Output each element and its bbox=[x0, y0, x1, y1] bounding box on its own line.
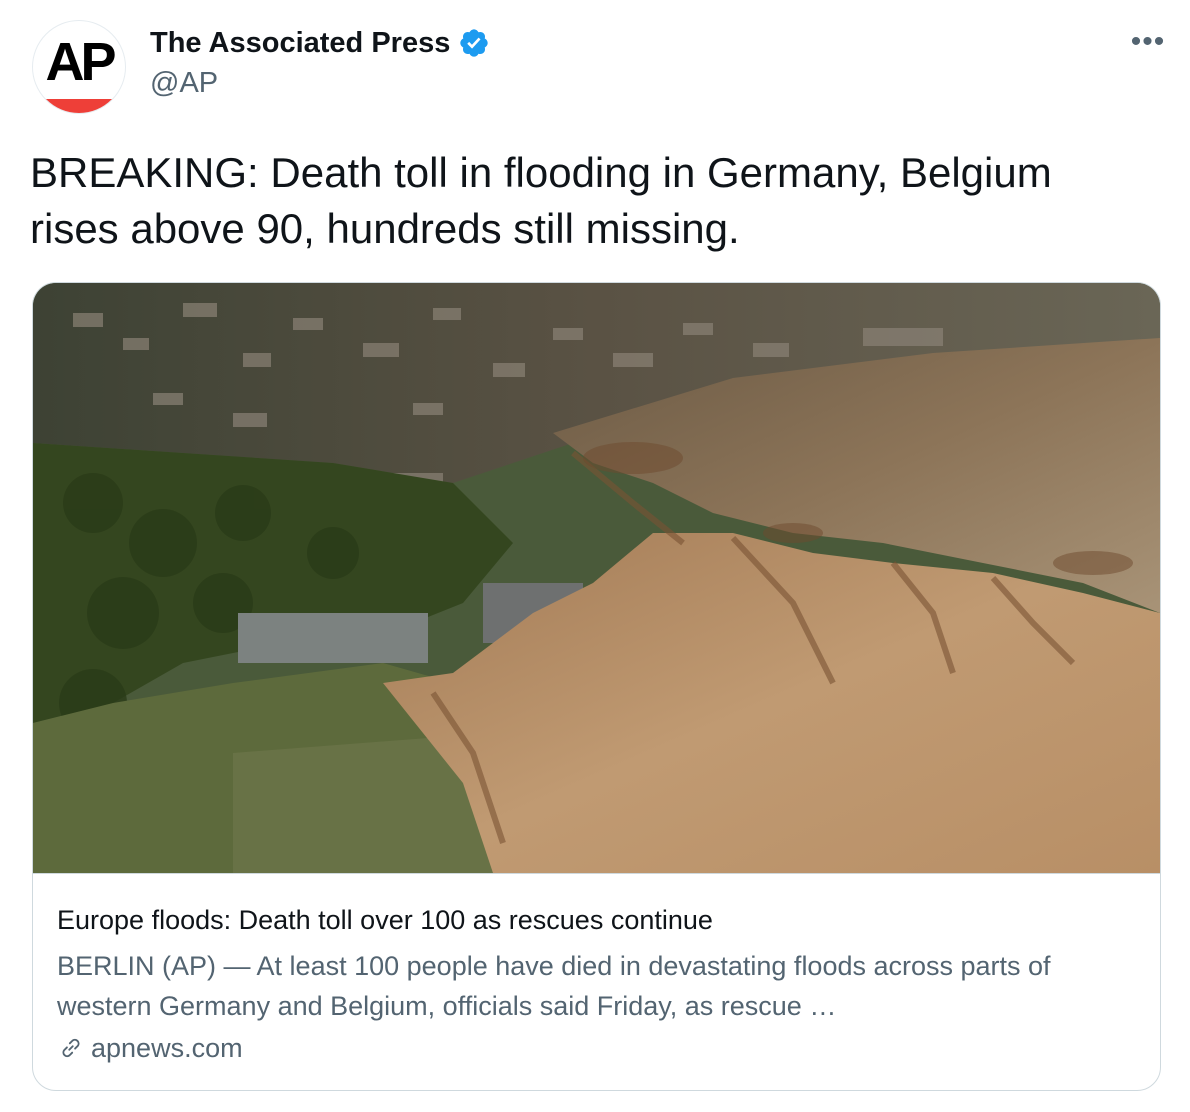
avatar[interactable]: AP bbox=[32, 20, 126, 114]
tweet-text: BREAKING: Death toll in flooding in Germ… bbox=[30, 149, 1052, 252]
link-icon bbox=[62, 1038, 80, 1058]
author-name-row[interactable]: The Associated Press bbox=[150, 26, 490, 60]
aerial-flood-photo bbox=[33, 283, 1160, 873]
ap-logo: AP bbox=[45, 32, 116, 92]
card-title[interactable]: Europe floods: Death toll over 100 as re… bbox=[57, 903, 713, 937]
author-handle[interactable]: @AP bbox=[150, 66, 218, 100]
ap-logo-bar bbox=[33, 99, 125, 113]
card-domain-row[interactable]: apnews.com bbox=[57, 1031, 243, 1065]
card-image[interactable] bbox=[33, 283, 1160, 874]
more-button[interactable]: ••• bbox=[1128, 25, 1168, 58]
more-horizontal-icon: ••• bbox=[1130, 25, 1166, 58]
verified-badge-icon bbox=[460, 29, 489, 57]
link-card[interactable]: Europe floods: Death toll over 100 as re… bbox=[32, 282, 1161, 1091]
card-description: BERLIN (AP) — At least 100 people have d… bbox=[57, 951, 1051, 1021]
card-domain[interactable]: apnews.com bbox=[91, 1031, 243, 1065]
author-name[interactable]: The Associated Press bbox=[150, 26, 450, 60]
